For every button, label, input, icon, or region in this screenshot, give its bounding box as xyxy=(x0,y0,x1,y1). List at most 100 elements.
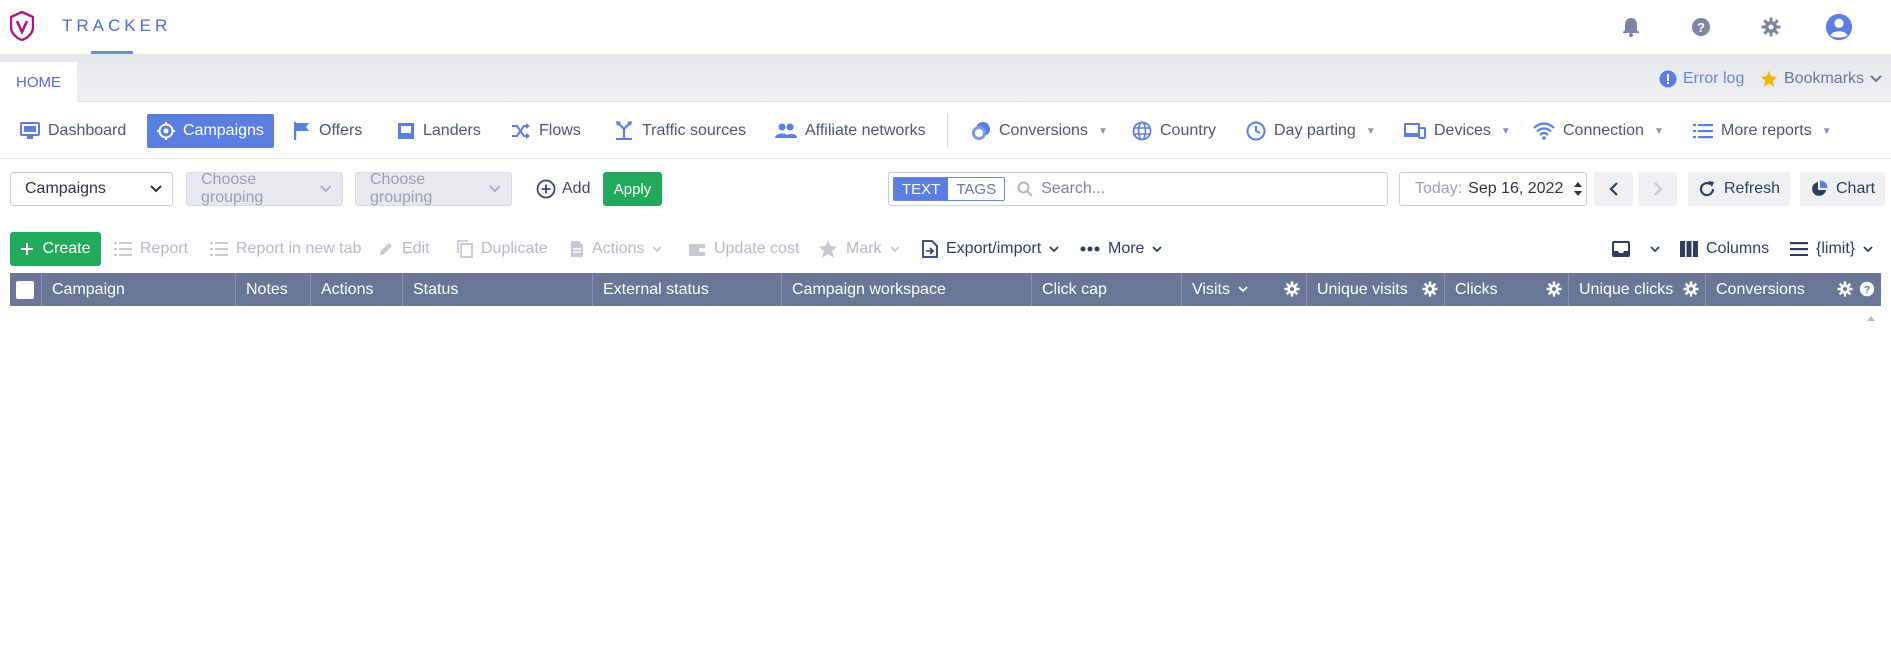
column-header-unique-visits[interactable]: Unique visits xyxy=(1307,273,1445,306)
export-import-dropdown[interactable]: Export/import xyxy=(922,232,1059,266)
nav-label: Landers xyxy=(423,122,481,139)
update-cost-button[interactable]: Update cost xyxy=(688,232,799,266)
column-settings-icon[interactable] xyxy=(1284,281,1300,297)
top-bar: TRACKER ? xyxy=(0,0,1891,54)
monitor-icon xyxy=(20,122,40,139)
actions-dropdown[interactable]: Actions xyxy=(570,232,663,266)
column-header-label: Notes xyxy=(246,280,288,298)
entity-select[interactable]: Campaigns xyxy=(10,172,173,206)
tab-home[interactable]: HOME xyxy=(0,62,77,102)
nav-offers[interactable]: Offers xyxy=(283,114,372,148)
nav-affiliate-networks[interactable]: Affiliate networks xyxy=(765,114,936,148)
error-log-label: Error log xyxy=(1683,70,1745,87)
mark-label: Mark xyxy=(846,240,882,257)
chart-button[interactable]: Chart xyxy=(1800,172,1886,206)
globe-icon xyxy=(1132,121,1152,141)
list-icon xyxy=(1693,124,1713,139)
nav-landers[interactable]: Landers xyxy=(387,114,491,148)
nav-flows[interactable]: Flows xyxy=(501,114,591,148)
limit-dropdown[interactable]: {limit} xyxy=(1790,232,1873,266)
select-all-checkbox[interactable] xyxy=(16,280,34,299)
column-header-actions[interactable]: Actions xyxy=(311,273,403,306)
entity-select-value: Campaigns xyxy=(25,180,106,197)
columns-button[interactable]: Columns xyxy=(1680,232,1769,266)
chevron-left-icon xyxy=(1608,182,1618,196)
search-input[interactable] xyxy=(1041,180,1362,198)
nav-traffic-sources[interactable]: Traffic sources xyxy=(604,114,756,148)
column-header-label: Visits xyxy=(1192,280,1230,298)
nav-campaigns[interactable]: Campaigns xyxy=(147,114,274,148)
column-header-visits[interactable]: Visits xyxy=(1182,273,1307,306)
column-header-notes[interactable]: Notes xyxy=(236,273,311,306)
search-icon xyxy=(1017,181,1033,197)
account-icon[interactable] xyxy=(1825,13,1853,41)
bell-icon[interactable] xyxy=(1617,13,1645,41)
column-settings-icon[interactable] xyxy=(1422,281,1438,297)
help-icon[interactable]: ? xyxy=(1859,281,1875,297)
nav-day-parting[interactable]: Day parting ▼ xyxy=(1236,114,1386,148)
grouping-select-1[interactable]: Choose grouping xyxy=(186,171,343,206)
column-header-campaign-workspace[interactable]: Campaign workspace xyxy=(782,273,1032,306)
sort-arrows-icon xyxy=(1574,182,1583,196)
column-header-status[interactable]: Status xyxy=(403,273,593,306)
pencil-icon xyxy=(380,243,392,255)
target-icon xyxy=(157,122,175,140)
error-log-link[interactable]: Error log xyxy=(1659,68,1744,90)
column-header-click-cap[interactable]: Click cap xyxy=(1032,273,1182,306)
bookmarks-label: Bookmarks xyxy=(1784,70,1865,87)
column-header-external-status[interactable]: External status xyxy=(593,273,782,306)
mark-dropdown[interactable]: Mark xyxy=(818,232,900,266)
next-period-button[interactable] xyxy=(1638,172,1677,206)
search-mode-text[interactable]: TEXT xyxy=(894,178,949,200)
refresh-button[interactable]: Refresh xyxy=(1688,172,1791,206)
limit-label: {limit} xyxy=(1816,240,1856,257)
nav-country[interactable]: Country xyxy=(1122,114,1226,148)
chevron-down-icon xyxy=(1049,245,1059,252)
chevron-down-icon xyxy=(1152,245,1163,252)
column-header-conversions[interactable]: Conversions ? xyxy=(1706,273,1881,306)
list-icon xyxy=(114,242,132,256)
grouping-select-2[interactable]: Choose grouping xyxy=(355,171,512,206)
nav-connection[interactable]: Connection ▼ xyxy=(1523,114,1674,148)
column-header-clicks[interactable]: Clicks xyxy=(1445,273,1569,306)
add-grouping-button[interactable]: Add xyxy=(536,172,590,206)
report-button[interactable]: Report xyxy=(114,232,188,266)
apply-button[interactable]: Apply xyxy=(603,172,662,206)
column-header-campaign[interactable]: Campaign xyxy=(42,273,236,306)
inbox-icon xyxy=(1612,241,1630,257)
brand-name[interactable]: TRACKER xyxy=(62,16,171,36)
gear-icon[interactable] xyxy=(1757,13,1785,41)
column-settings-icon[interactable] xyxy=(1683,281,1699,297)
nav-conversions[interactable]: Conversions ▼ xyxy=(961,114,1118,148)
inbox-dropdown[interactable] xyxy=(1612,232,1660,266)
report-new-tab-label: Report in new tab xyxy=(236,240,362,257)
clock-icon xyxy=(1246,121,1266,141)
previous-period-button[interactable] xyxy=(1594,172,1633,206)
more-dropdown[interactable]: More xyxy=(1080,232,1163,266)
nav-dashboard[interactable]: Dashboard xyxy=(10,114,136,148)
nav-label: Dashboard xyxy=(48,122,127,139)
help-icon[interactable]: ? xyxy=(1687,13,1715,41)
bookmarks-menu[interactable]: Bookmarks xyxy=(1760,68,1882,90)
scroll-up-arrow-icon[interactable] xyxy=(1865,312,1877,324)
duplicate-button[interactable]: Duplicate xyxy=(457,232,548,266)
tracker-logo-icon[interactable] xyxy=(10,11,34,41)
column-header-label: Unique visits xyxy=(1317,280,1408,298)
column-header-unique-clicks[interactable]: Unique clicks xyxy=(1569,273,1706,306)
column-settings-icon[interactable] xyxy=(1546,281,1562,297)
nav-devices[interactable]: Devices ▼ xyxy=(1394,114,1521,148)
chevron-down-icon xyxy=(889,245,900,252)
nav-more-reports[interactable]: More reports ▼ xyxy=(1683,114,1842,148)
report-new-tab-button[interactable]: Report in new tab xyxy=(210,232,361,266)
search-mode-tags[interactable]: TAGS xyxy=(948,178,1005,200)
date-picker[interactable]: Today: Sep 16, 2022 xyxy=(1399,172,1587,206)
more-dots-icon xyxy=(1080,246,1100,252)
svg-text:?: ? xyxy=(1864,285,1870,296)
edit-button[interactable]: Edit xyxy=(378,232,430,266)
select-all-cell xyxy=(10,273,42,306)
create-button[interactable]: Create xyxy=(10,232,101,266)
coins-icon xyxy=(972,122,990,140)
column-settings-icon[interactable] xyxy=(1837,281,1853,297)
document-icon xyxy=(571,241,583,257)
nav-label: Country xyxy=(1160,122,1217,139)
